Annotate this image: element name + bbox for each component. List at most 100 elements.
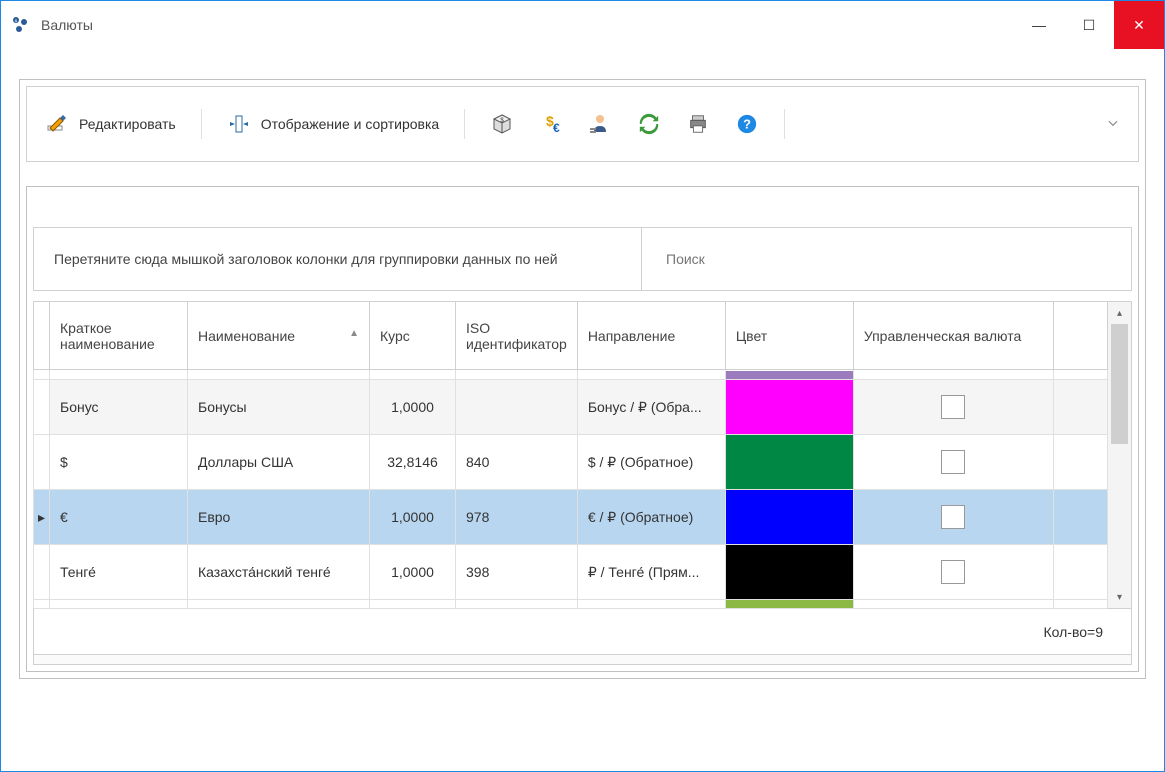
cell-name[interactable]: Доллары США (188, 435, 370, 490)
cell-mgmt[interactable] (853, 600, 1053, 609)
edit-icon (45, 112, 69, 136)
cell-rate[interactable] (370, 600, 456, 609)
cell-tail (1053, 600, 1107, 609)
cell-direction[interactable] (577, 600, 725, 609)
cell-direction[interactable]: $ / ₽ (Обратное) (577, 435, 725, 490)
help-icon: ? (735, 112, 759, 136)
scroll-down-arrow[interactable]: ▾ (1108, 586, 1131, 608)
cell-iso[interactable] (456, 600, 578, 609)
cell-mgmt[interactable] (853, 545, 1053, 600)
toolbar-separator (201, 109, 202, 139)
cell-mgmt[interactable] (853, 490, 1053, 545)
cell-direction[interactable]: € / ₽ (Обратное) (577, 490, 725, 545)
cell-iso[interactable]: 840 (456, 435, 578, 490)
table-row[interactable]: ▸€Евро1,0000978€ / ₽ (Обратное) (34, 490, 1108, 545)
cell-short-name[interactable]: $ (50, 435, 188, 490)
cell-name[interactable]: Казахста́нский тенге́ (188, 545, 370, 600)
cell-tail (1053, 490, 1107, 545)
close-button[interactable]: ✕ (1114, 1, 1164, 49)
cell-name[interactable] (188, 370, 370, 380)
horizontal-scrollbar[interactable] (33, 655, 1132, 665)
currency-button[interactable]: $€ (539, 112, 563, 136)
cell-short-name[interactable] (50, 370, 188, 380)
mgmt-checkbox[interactable] (941, 560, 965, 584)
expand-button[interactable] (1106, 116, 1120, 133)
mgmt-checkbox[interactable] (941, 395, 965, 419)
cell-name[interactable] (188, 600, 370, 609)
manager-button[interactable] (588, 112, 612, 136)
cell-iso[interactable]: 978 (456, 490, 578, 545)
toolbar-separator (784, 109, 785, 139)
cell-name[interactable]: Бонусы (188, 380, 370, 435)
cell-rate[interactable]: 1,0000 (370, 490, 456, 545)
table-row[interactable] (34, 370, 1108, 380)
cell-iso[interactable]: 398 (456, 545, 578, 600)
svg-text:?: ? (743, 117, 751, 132)
cell-rate[interactable] (370, 370, 456, 380)
cell-short-name[interactable]: Тенге́ (50, 545, 188, 600)
column-header-mgmt[interactable]: Управленческая валюта (853, 302, 1053, 370)
group-by-hint[interactable]: Перетяните сюда мышкой заголовок колонки… (34, 228, 641, 290)
view-sort-icon (227, 112, 251, 136)
scroll-up-arrow[interactable]: ▴ (1108, 302, 1131, 324)
cell-tail (1053, 370, 1107, 380)
cell-direction[interactable]: ₽ / Тенге́ (Прям... (577, 545, 725, 600)
scroll-track[interactable] (1108, 324, 1131, 586)
dollar-euro-icon: $€ (539, 112, 563, 136)
cell-color[interactable] (725, 380, 853, 435)
grid-panel: Перетяните сюда мышкой заголовок колонки… (26, 186, 1139, 672)
manager-icon (588, 112, 612, 136)
table-row[interactable]: $Доллары США32,8146840$ / ₽ (Обратное) (34, 435, 1108, 490)
cell-color[interactable] (725, 545, 853, 600)
cell-mgmt[interactable] (853, 380, 1053, 435)
cell-name[interactable]: Евро (188, 490, 370, 545)
cell-short-name[interactable]: Бонус (50, 380, 188, 435)
svg-text:€: € (553, 121, 560, 135)
cell-short-name[interactable]: € (50, 490, 188, 545)
table-row[interactable]: Тенге́Казахста́нский тенге́1,0000398₽ / … (34, 545, 1108, 600)
column-header-color[interactable]: Цвет (725, 302, 853, 370)
mgmt-checkbox[interactable] (941, 450, 965, 474)
mgmt-checkbox[interactable] (941, 505, 965, 529)
cell-iso[interactable] (456, 370, 578, 380)
row-indicator (34, 370, 50, 380)
edit-button[interactable]: Редактировать (45, 112, 176, 136)
search-input[interactable] (666, 251, 1107, 267)
table-row[interactable]: БонусБонусы1,0000 Бонус / ₽ (Обра... (34, 380, 1108, 435)
maximize-button[interactable]: ☐ (1064, 1, 1114, 49)
cell-color[interactable] (725, 600, 853, 609)
refresh-button[interactable] (637, 112, 661, 136)
cell-iso[interactable] (456, 380, 578, 435)
column-header-iso[interactable]: ISO идентификатор (456, 302, 578, 370)
vertical-scrollbar[interactable]: ▴ ▾ (1108, 301, 1132, 609)
cell-rate[interactable]: 32,8146 (370, 435, 456, 490)
print-button[interactable] (686, 112, 710, 136)
cell-direction[interactable] (577, 370, 725, 380)
print-icon (686, 112, 710, 136)
cell-short-name[interactable] (50, 600, 188, 609)
column-header-rate[interactable]: Курс (370, 302, 456, 370)
scroll-thumb[interactable] (1111, 324, 1128, 444)
cell-rate[interactable]: 1,0000 (370, 545, 456, 600)
minimize-button[interactable]: — (1014, 1, 1064, 49)
column-header-name[interactable]: Наименование▲ (188, 302, 370, 370)
edit-label: Редактировать (79, 116, 176, 132)
table-row[interactable] (34, 600, 1108, 609)
cell-color[interactable] (725, 370, 853, 380)
column-header-short-name[interactable]: Краткое наименование (50, 302, 188, 370)
view-sort-button[interactable]: Отображение и сортировка (227, 112, 440, 136)
cube-button[interactable]: $ (490, 112, 514, 136)
cell-color[interactable] (725, 435, 853, 490)
main-panel: Редактировать Отображение и сортировка $… (19, 79, 1146, 679)
search-box[interactable] (641, 228, 1131, 290)
cell-mgmt[interactable] (853, 435, 1053, 490)
window-title: Валюты (41, 17, 93, 33)
cell-color[interactable] (725, 490, 853, 545)
help-button[interactable]: ? (735, 112, 759, 136)
column-header-direction[interactable]: Направление (577, 302, 725, 370)
grid-header-bar: Перетяните сюда мышкой заголовок колонки… (33, 227, 1132, 291)
cell-direction[interactable]: Бонус / ₽ (Обра... (577, 380, 725, 435)
cell-mgmt[interactable] (853, 370, 1053, 380)
row-indicator (34, 600, 50, 609)
cell-rate[interactable]: 1,0000 (370, 380, 456, 435)
